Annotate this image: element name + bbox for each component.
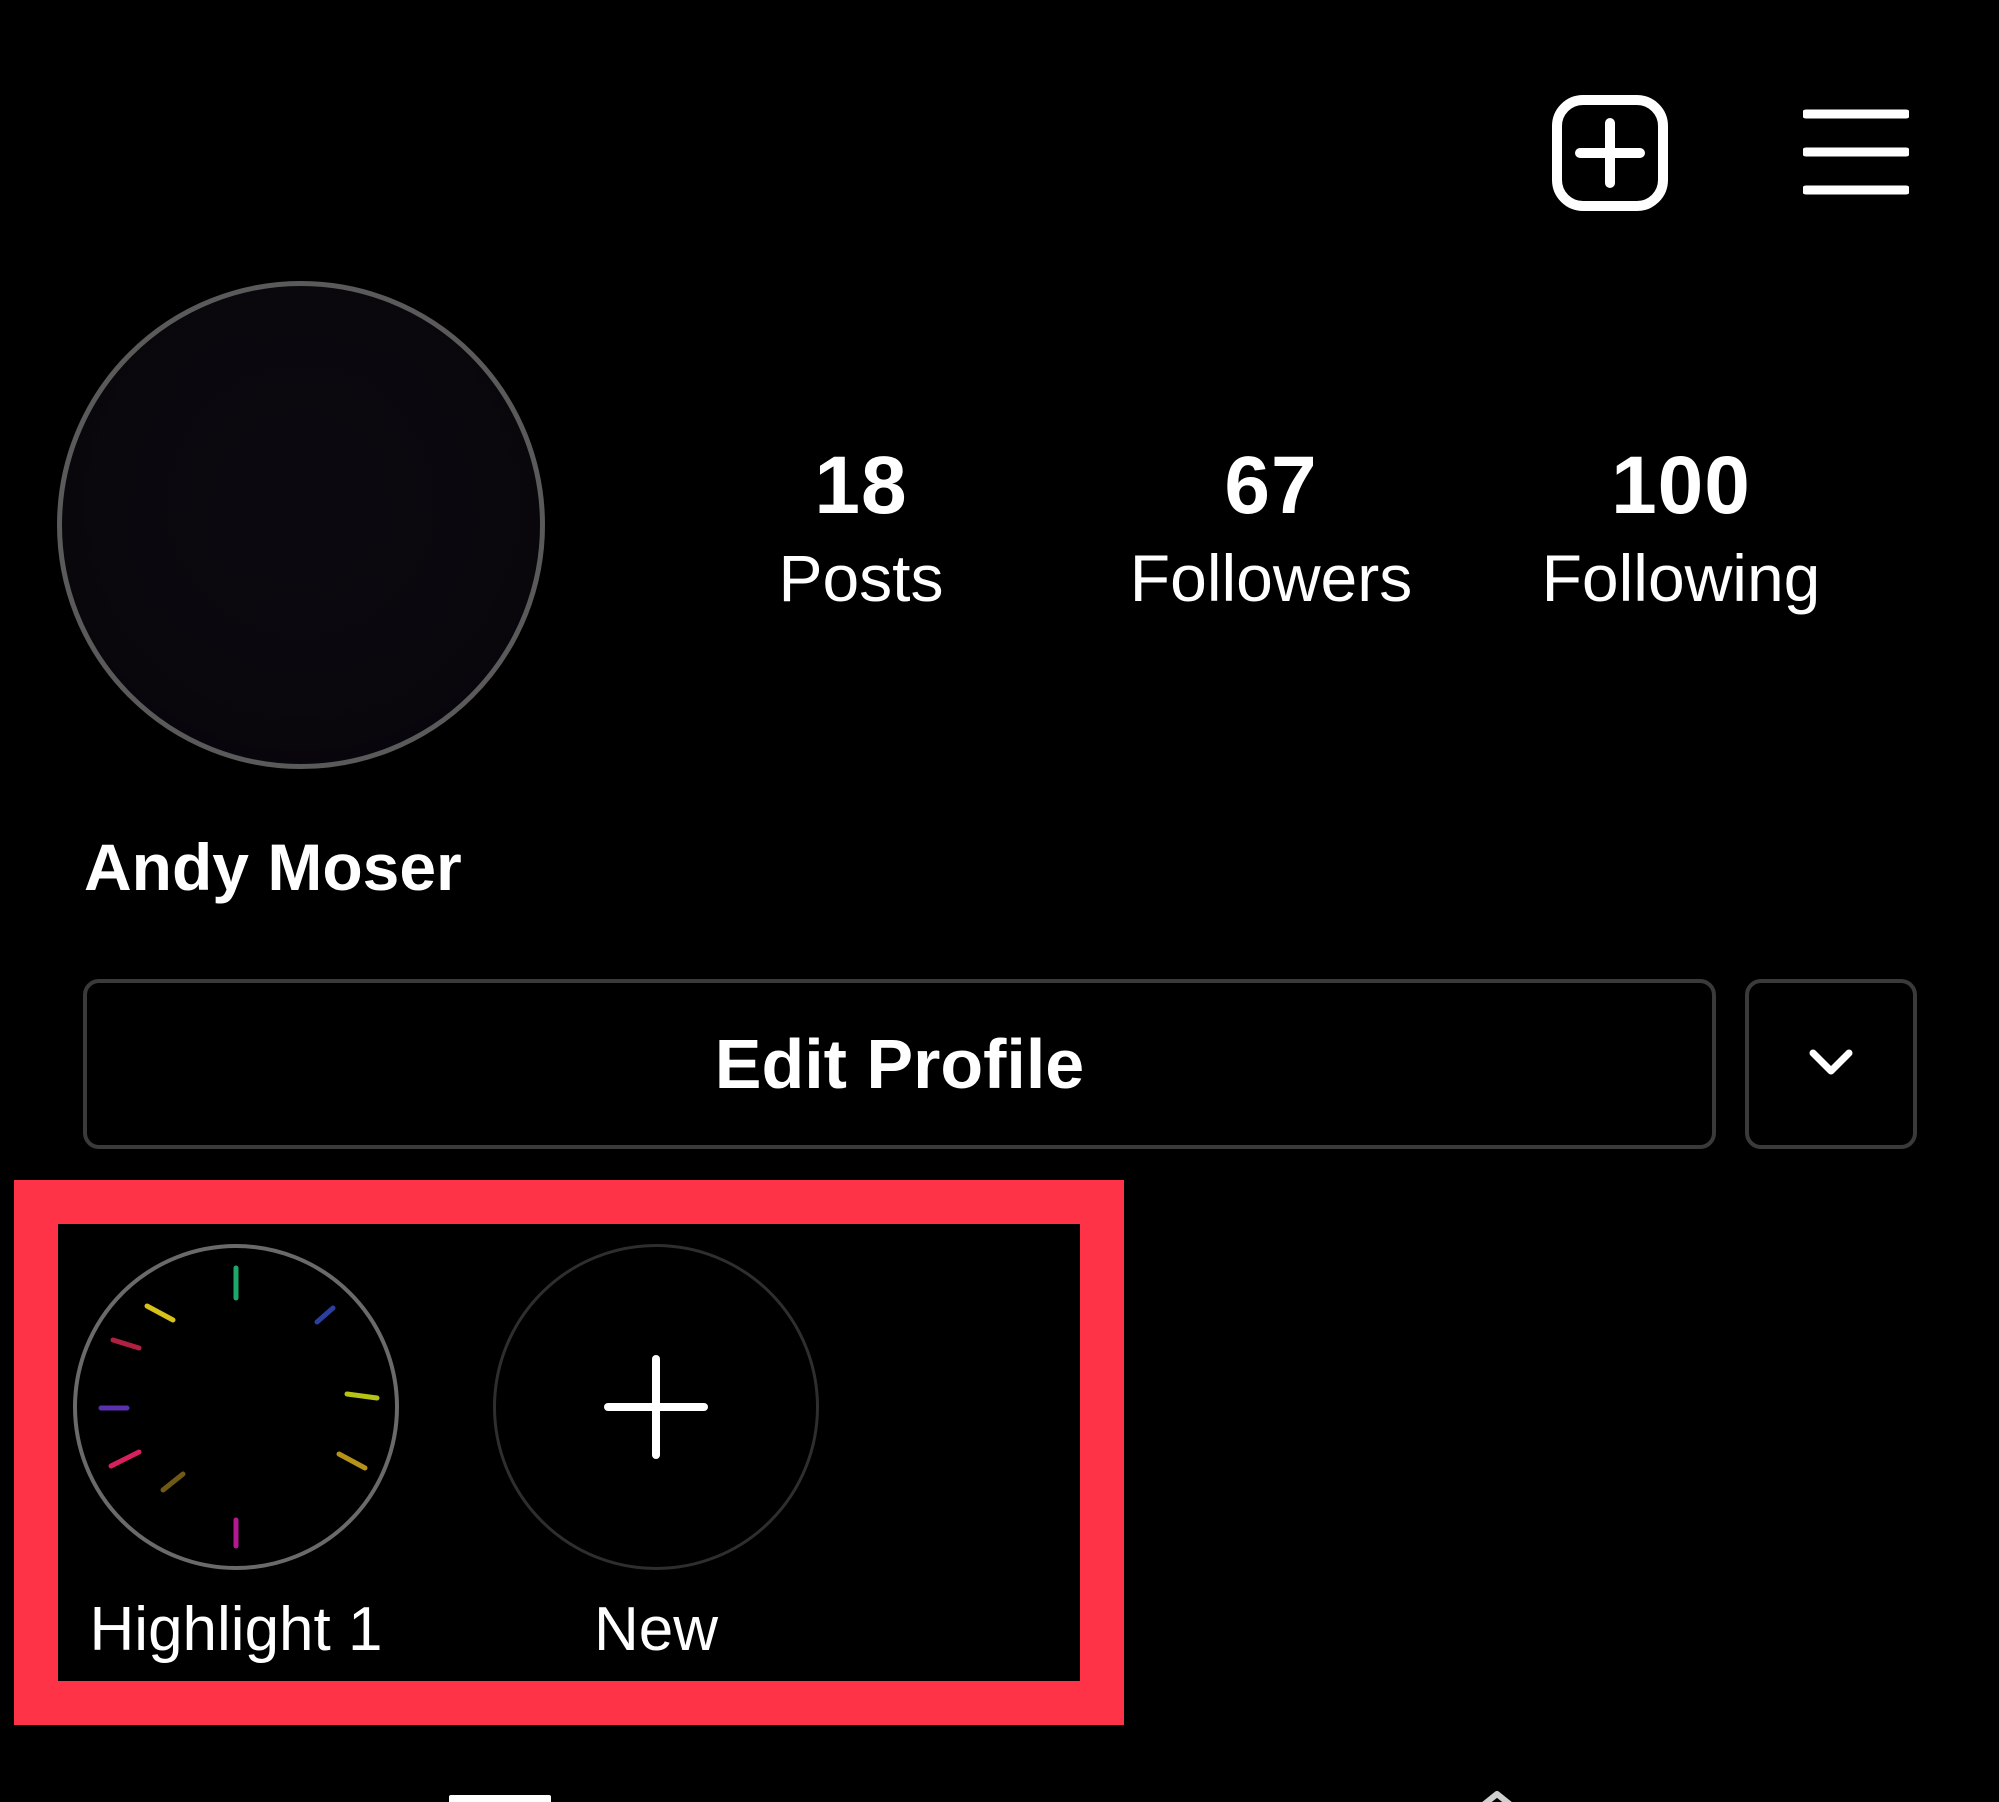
following-stat[interactable]: 100 Following xyxy=(1521,440,1841,622)
grid-tab-icon[interactable] xyxy=(449,1795,551,1802)
annotation-highlight-frame xyxy=(14,1180,1124,1725)
profile-page: 18 Posts 67 Followers 100 Following Andy… xyxy=(0,0,1999,1802)
posts-label: Posts xyxy=(778,541,944,615)
followers-stat[interactable]: 67 Followers xyxy=(1111,440,1431,622)
followers-label: Followers xyxy=(1129,541,1413,615)
discover-people-button[interactable] xyxy=(1745,979,1917,1149)
avatar[interactable] xyxy=(57,281,545,769)
following-label: Following xyxy=(1541,541,1821,615)
posts-count: 18 xyxy=(814,440,908,531)
chevron-down-icon xyxy=(1808,1047,1854,1082)
menu-icon[interactable] xyxy=(1801,108,1911,196)
followers-count: 67 xyxy=(1224,440,1318,531)
edit-profile-button[interactable]: Edit Profile xyxy=(83,979,1716,1149)
display-name: Andy Moser xyxy=(84,830,462,904)
following-count: 100 xyxy=(1611,440,1751,531)
tagged-tab-icon[interactable] xyxy=(1462,1790,1532,1802)
posts-stat[interactable]: 18 Posts xyxy=(701,440,1021,622)
new-post-icon[interactable] xyxy=(1552,95,1668,211)
